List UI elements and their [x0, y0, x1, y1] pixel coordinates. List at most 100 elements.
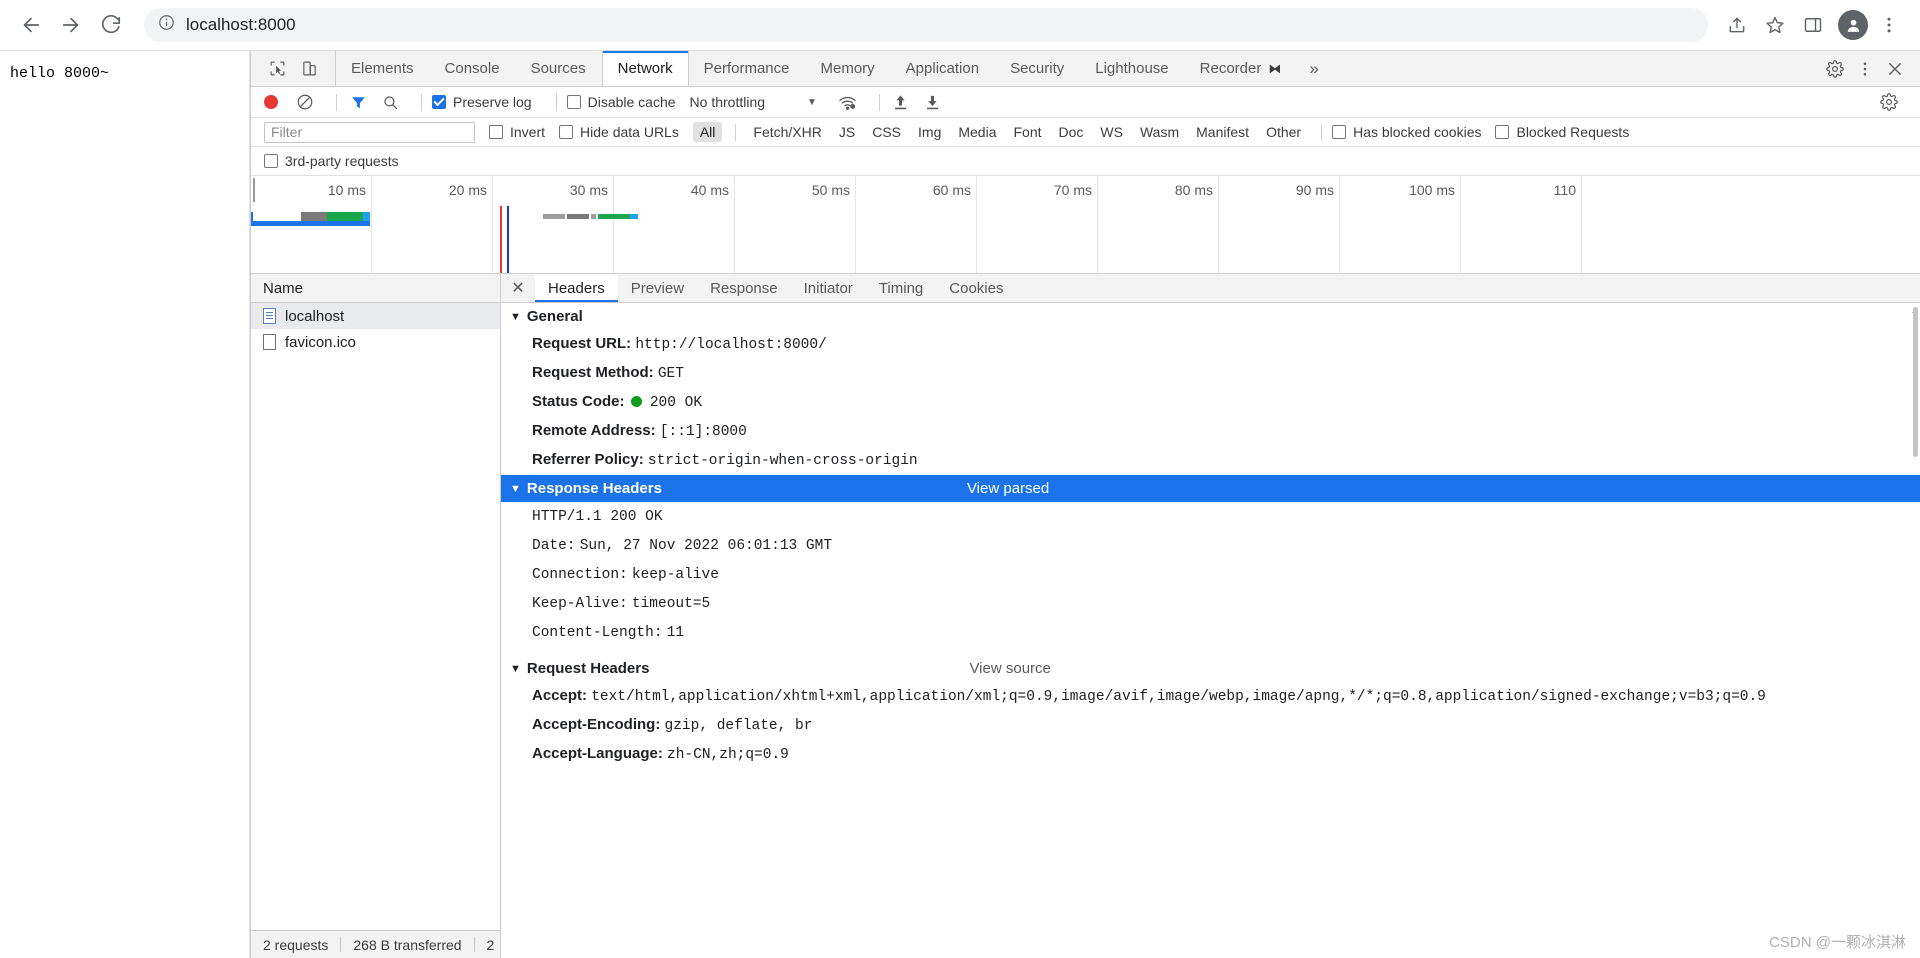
request-list-summary-bar: 2 requests 268 B transferred 2: [251, 930, 500, 958]
tab-recorder[interactable]: Recorder ⧓: [1185, 51, 1298, 86]
inspect-element-icon[interactable]: [263, 56, 291, 82]
more-tabs-button[interactable]: »: [1297, 51, 1331, 86]
filter-type-other[interactable]: Other: [1259, 122, 1308, 142]
filter-funnel-icon[interactable]: [347, 91, 369, 113]
preserve-log-checkbox[interactable]: Preserve log: [432, 94, 532, 110]
detail-tab-cookies[interactable]: Cookies: [936, 274, 1016, 302]
overview-tick: 40 ms: [614, 176, 735, 273]
view-source-button[interactable]: View source: [969, 660, 1050, 677]
network-split-view: Name localhost favicon.ico 2 requests 26…: [251, 274, 1920, 958]
detail-tab-initiator[interactable]: Initiator: [791, 274, 866, 302]
filter-type-js[interactable]: JS: [832, 122, 862, 142]
tab-network[interactable]: Network: [601, 51, 689, 86]
profile-avatar[interactable]: [1838, 10, 1868, 40]
request-header-accept-encoding: Accept-Encoding: gzip, deflate, br: [501, 711, 1920, 740]
throttling-dropdown[interactable]: No throttling ▼: [690, 94, 817, 110]
tab-elements[interactable]: Elements: [336, 51, 430, 86]
header-row-request-method: Request Method: GET: [501, 359, 1920, 388]
tab-security[interactable]: Security: [995, 51, 1080, 86]
device-toolbar-icon[interactable]: [295, 56, 323, 82]
detail-tab-response[interactable]: Response: [697, 274, 791, 302]
filter-type-doc[interactable]: Doc: [1052, 122, 1091, 142]
filter-type-wasm[interactable]: Wasm: [1133, 122, 1186, 142]
filter-type-img[interactable]: Img: [911, 122, 948, 142]
site-info-icon[interactable]: [158, 14, 175, 36]
browser-menu-icon[interactable]: [1872, 8, 1906, 42]
tab-label: Memory: [820, 60, 875, 77]
detail-scrollbar[interactable]: [1913, 307, 1918, 457]
detail-tab-headers[interactable]: Headers: [535, 274, 618, 302]
checkbox-box: [559, 125, 574, 139]
view-parsed-button[interactable]: View parsed: [967, 480, 1049, 497]
filter-type-font[interactable]: Font: [1007, 122, 1049, 142]
filter-type-ws[interactable]: WS: [1093, 122, 1130, 142]
network-settings-gear-icon[interactable]: [1878, 91, 1900, 113]
response-header-status-line: HTTP/1.1 200 OK: [501, 502, 1920, 531]
gear-icon[interactable]: [1820, 54, 1850, 84]
side-panel-icon[interactable]: [1796, 8, 1830, 42]
tab-label: Elements: [351, 60, 414, 77]
disable-cache-checkbox[interactable]: Disable cache: [566, 94, 676, 110]
network-overview-timeline[interactable]: 10 ms 20 ms 30 ms 40 ms 50 ms 60 ms 70 m…: [251, 176, 1920, 274]
request-row-favicon[interactable]: favicon.ico: [251, 329, 500, 355]
caret-down-icon: ▼: [510, 662, 521, 675]
hide-data-urls-checkbox[interactable]: Hide data URLs: [559, 124, 679, 140]
detail-tab-preview[interactable]: Preview: [618, 274, 697, 302]
main-content-row: hello 8000~ Elements Console Sources Net…: [0, 51, 1920, 958]
star-icon[interactable]: [1758, 8, 1792, 42]
section-header-general[interactable]: ▼ General: [501, 303, 1920, 330]
import-har-icon[interactable]: [890, 91, 912, 113]
clear-button-icon[interactable]: [294, 91, 316, 113]
forward-button[interactable]: [54, 8, 88, 42]
invert-checkbox[interactable]: Invert: [489, 124, 545, 140]
recorder-experiment-icon: ⧓: [1268, 60, 1282, 76]
wifi-settings-icon[interactable]: [837, 91, 859, 113]
header-value: [::1]:8000: [659, 424, 747, 440]
devtools-right-icons: [1820, 51, 1920, 86]
devtools-tool-icons: [251, 51, 336, 86]
header-row-request-url: Request URL: http://localhost:8000/: [501, 330, 1920, 359]
filter-type-manifest[interactable]: Manifest: [1189, 122, 1256, 142]
request-row-name: favicon.ico: [285, 333, 356, 351]
response-header-date: Date: Sun, 27 Nov 2022 06:01:13 GMT: [501, 531, 1920, 560]
tab-performance[interactable]: Performance: [689, 51, 806, 86]
third-party-requests-checkbox[interactable]: 3rd-party requests: [264, 153, 399, 169]
overview-tick: 90 ms: [1219, 176, 1340, 273]
overview-request-underline: [251, 221, 370, 226]
back-button[interactable]: [14, 8, 48, 42]
request-list-panel: Name localhost favicon.ico 2 requests 26…: [251, 274, 501, 958]
address-bar[interactable]: localhost:8000: [144, 8, 1708, 42]
tab-sources[interactable]: Sources: [516, 51, 602, 86]
reload-button[interactable]: [94, 8, 128, 42]
header-value: HTTP/1.1 200 OK: [532, 509, 663, 525]
tab-lighthouse[interactable]: Lighthouse: [1080, 51, 1184, 86]
section-header-response-headers[interactable]: ▼ Response Headers View parsed: [501, 475, 1920, 502]
checkbox-box: [566, 95, 581, 109]
export-har-icon[interactable]: [922, 91, 944, 113]
filter-type-fetch-xhr[interactable]: Fetch/XHR: [746, 122, 828, 142]
checkbox-box: [1332, 125, 1347, 139]
search-icon[interactable]: [379, 91, 401, 113]
share-icon[interactable]: [1720, 8, 1754, 42]
detail-tab-timing[interactable]: Timing: [866, 274, 936, 302]
tab-console[interactable]: Console: [430, 51, 516, 86]
header-value: http://localhost:8000/: [635, 337, 827, 353]
request-row-localhost[interactable]: localhost: [251, 303, 500, 329]
summary-requests: 2 requests: [263, 936, 329, 953]
header-key: Accept-Language:: [532, 745, 663, 762]
filter-type-media[interactable]: Media: [951, 122, 1003, 142]
request-list-column-header[interactable]: Name: [251, 274, 500, 303]
record-button-icon[interactable]: [264, 95, 278, 109]
section-header-request-headers[interactable]: ▼ Request Headers View source: [501, 655, 1920, 682]
filter-input[interactable]: [264, 121, 475, 143]
blocked-requests-checkbox[interactable]: Blocked Requests: [1495, 124, 1629, 140]
filter-type-css[interactable]: CSS: [865, 122, 908, 142]
status-ok-dot-icon: [630, 396, 642, 407]
filter-type-all[interactable]: All: [692, 122, 723, 142]
has-blocked-cookies-checkbox[interactable]: Has blocked cookies: [1332, 124, 1481, 140]
tab-application[interactable]: Application: [891, 51, 995, 86]
devtools-menu-icon[interactable]: [1850, 54, 1880, 84]
close-detail-icon[interactable]: ✕: [501, 274, 535, 302]
close-icon[interactable]: [1880, 54, 1910, 84]
tab-memory[interactable]: Memory: [806, 51, 891, 86]
